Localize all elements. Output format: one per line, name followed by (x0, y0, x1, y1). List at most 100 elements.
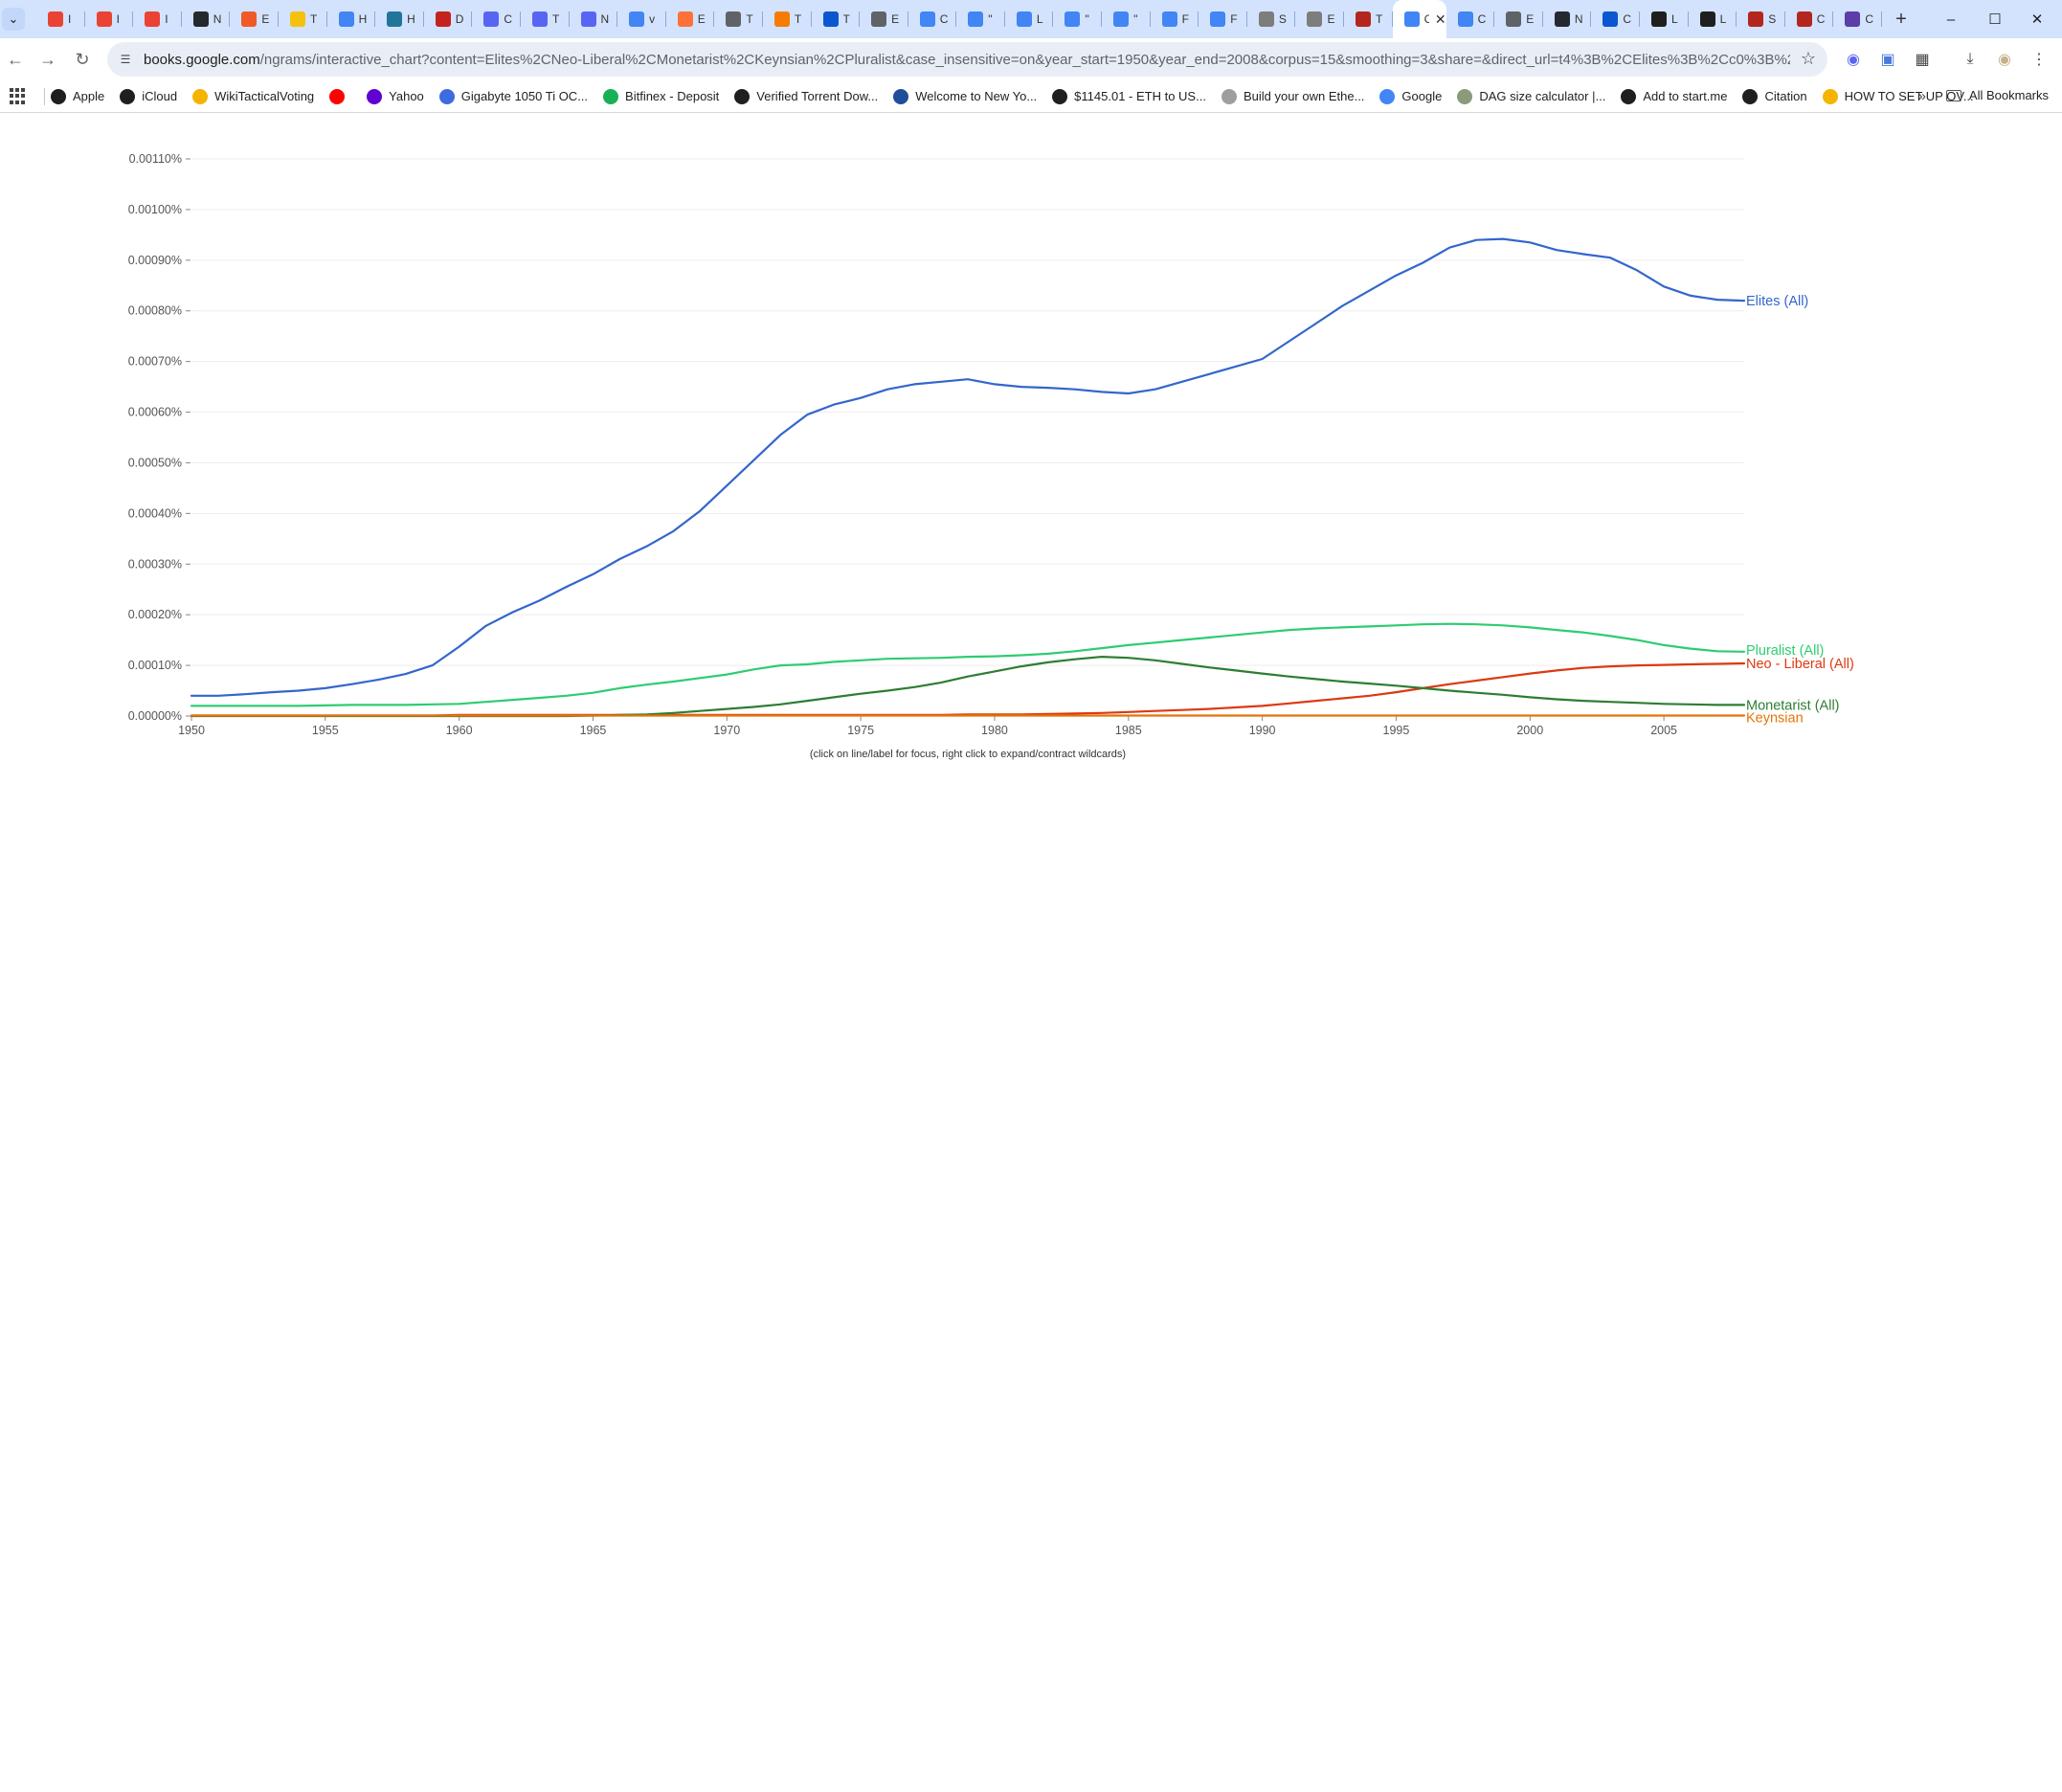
bookmark-item[interactable]: Verified Torrent Dow... (734, 88, 878, 104)
browser-tab[interactable]: E (1295, 0, 1344, 38)
browser-tab[interactable]: T (812, 0, 861, 38)
browser-tab[interactable]: I (133, 0, 182, 38)
discord-icon (531, 11, 548, 27)
y-tick-label: 0.00070% (128, 355, 182, 369)
browser-tab[interactable]: v (617, 0, 666, 38)
bookmark-item[interactable]: Welcome to New Yo... (893, 88, 1037, 104)
apps-grid-icon[interactable] (10, 87, 27, 105)
tab-title: E (697, 12, 706, 26)
browser-tab[interactable]: T (521, 0, 570, 38)
browser-tab[interactable]: " (1053, 0, 1102, 38)
more-bookmarks-icon[interactable]: » (1918, 88, 1926, 104)
menu-kebab-icon[interactable]: ⋮ (2028, 48, 2051, 71)
bookmark-item[interactable]: Apple (51, 88, 104, 104)
tab-title: C (1865, 12, 1874, 26)
browser-tab[interactable]: T (1344, 0, 1393, 38)
bookmark-item[interactable]: iCloud (120, 88, 178, 104)
browser-tab[interactable]: H (327, 0, 376, 38)
browser-tab[interactable]: L (1689, 0, 1737, 38)
tab-title: D (455, 12, 464, 26)
browser-tab[interactable]: F (1199, 0, 1247, 38)
close-window-icon[interactable]: ✕ (2010, 0, 2062, 38)
browser-tab[interactable]: C (908, 0, 957, 38)
tab-title: S (1768, 12, 1777, 26)
browser-tab[interactable]: " (1102, 0, 1151, 38)
browser-tab[interactable]: N (1543, 0, 1592, 38)
reload-icon[interactable]: ↻ (69, 46, 96, 73)
globe-icon (1506, 11, 1522, 27)
ngram-icon (1403, 11, 1420, 27)
bookmark-item[interactable]: Add to start.me (1621, 88, 1727, 104)
site-info-icon[interactable]: ☰ (115, 49, 136, 70)
extension-discord-icon[interactable]: ◉ (1842, 48, 1865, 71)
bookmark-star-icon[interactable]: ☆ (1801, 49, 1816, 69)
browser-tab[interactable]: C (1833, 0, 1882, 38)
browser-tab[interactable]: D (424, 0, 473, 38)
browser-tab[interactable]: T (763, 0, 812, 38)
discord-icon (483, 11, 500, 27)
extension-sync-icon[interactable]: ▣ (1876, 48, 1899, 71)
bookmark-item[interactable]: Build your own Ethe... (1221, 88, 1364, 104)
bookmark-item[interactable]: Yahoo (367, 88, 424, 104)
tab-title: I (165, 12, 168, 26)
bookmark-item[interactable]: DAG size calculator |... (1457, 88, 1605, 104)
bookmark-item[interactable]: Google (1379, 88, 1442, 104)
address-bar[interactable]: ☰ books.google.com/ngrams/interactive_ch… (107, 42, 1827, 77)
browser-tab[interactable]: I (36, 0, 85, 38)
bookmark-item[interactable]: WikiTacticalVoting (192, 88, 314, 104)
browser-tab[interactable]: N (182, 0, 231, 38)
series-label[interactable]: Neo - Liberal (All) (1746, 657, 1854, 672)
browser-tab[interactable]: S (1737, 0, 1785, 38)
new-tab-button[interactable]: + (1888, 9, 1915, 31)
profile-avatar[interactable]: ◉ (1993, 48, 2016, 71)
browser-tab[interactable]: I (85, 0, 134, 38)
bookmark-label: Citation (1764, 89, 1807, 103)
google-icon (1113, 11, 1130, 27)
browser-tab[interactable]: C (1591, 0, 1640, 38)
series-label[interactable]: Keynsian (1746, 710, 1804, 726)
browser-tab[interactable]: C (472, 0, 521, 38)
browser-tab[interactable]: E (1494, 0, 1543, 38)
tab-title: v (649, 12, 656, 26)
browser-tab[interactable]: C ✕ (1392, 0, 1446, 38)
all-bookmarks-button[interactable]: All Bookmarks (1945, 88, 2049, 102)
globe-icon (51, 88, 66, 104)
browser-tab[interactable]: E (666, 0, 715, 38)
bookmark-label: iCloud (142, 89, 178, 103)
google-icon (1161, 11, 1177, 27)
tab-search-chevron-icon[interactable]: ⌄ (2, 8, 25, 31)
browser-tab[interactable]: L (1640, 0, 1689, 38)
browser-tab[interactable]: C (1785, 0, 1834, 38)
browser-tab[interactable]: E (230, 0, 279, 38)
url-text[interactable]: books.google.com/ngrams/interactive_char… (144, 52, 1790, 68)
browser-tab[interactable]: T (714, 0, 763, 38)
bookmark-item[interactable]: $1145.01 - ETH to US... (1052, 88, 1206, 104)
bookmark-item[interactable]: Citation (1742, 88, 1807, 104)
forward-icon[interactable]: → (34, 46, 61, 73)
bookmark-item[interactable]: Bitfinex - Deposit (603, 88, 719, 104)
browser-tab[interactable]: E (860, 0, 908, 38)
y-tick-label: 0.00040% (128, 506, 182, 520)
series-line (190, 237, 1746, 697)
close-tab-icon[interactable]: ✕ (1435, 11, 1446, 28)
series-label[interactable]: Elites (All) (1746, 294, 1808, 309)
browser-tab[interactable]: C (1446, 0, 1495, 38)
extensions-puzzle-icon[interactable]: ▦ (1911, 48, 1934, 71)
tab-title: H (407, 12, 415, 26)
gmail-icon (145, 11, 161, 27)
browser-tab[interactable]: N (570, 0, 618, 38)
browser-tab[interactable]: F (1151, 0, 1199, 38)
bookmark-item[interactable] (329, 88, 351, 104)
downloads-icon[interactable]: ⤓ (1959, 48, 1982, 71)
browser-tab[interactable]: S (1247, 0, 1296, 38)
browser-tab[interactable]: T (279, 0, 327, 38)
browser-tab[interactable]: " (956, 0, 1005, 38)
x-tick-label: 1975 (847, 724, 874, 736)
browser-tab[interactable]: H (375, 0, 424, 38)
star-icon (192, 88, 209, 104)
bookmarks-bar: Apple iCloud WikiTacticalVoting Yahoo Gigaby… (0, 80, 2062, 113)
browser-tab[interactable]: L (1005, 0, 1054, 38)
back-icon[interactable]: ← (2, 46, 29, 73)
site-icon (1307, 11, 1323, 27)
bookmark-item[interactable]: Gigabyte 1050 Ti OC... (438, 88, 588, 104)
